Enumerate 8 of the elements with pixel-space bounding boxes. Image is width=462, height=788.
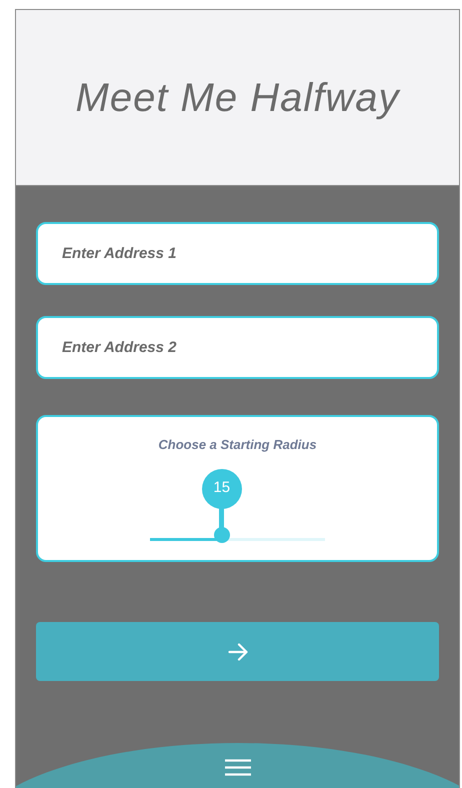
- address-field[interactable]: Enter Address 1: [36, 222, 439, 285]
- address-field[interactable]: Enter Address 2: [36, 316, 439, 379]
- slider-track[interactable]: [150, 538, 325, 540]
- radius-label: Choose a Starting Radius: [158, 436, 317, 454]
- menu-icon[interactable]: [224, 759, 250, 776]
- app-title: Meet Me Halfway: [76, 74, 400, 122]
- submit-button[interactable]: [36, 622, 439, 681]
- arrow-right-icon: [228, 642, 248, 660]
